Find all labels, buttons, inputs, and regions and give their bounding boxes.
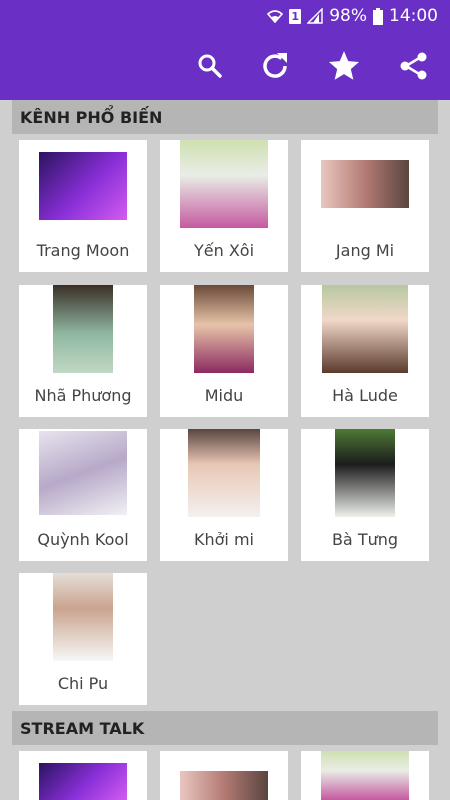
channel-card[interactable]: Hà Lude — [301, 285, 429, 417]
channel-card[interactable]: Chi Pu — [19, 573, 147, 705]
channel-thumbnail — [39, 763, 127, 800]
section-title: STREAM TALK — [20, 718, 145, 738]
channel-name: Yến Xôi — [193, 241, 255, 260]
channel-card[interactable]: Yến Xôi — [160, 140, 288, 272]
star-icon[interactable] — [326, 48, 362, 84]
channel-name: Chi Pu — [57, 674, 109, 693]
status-bar: 1 98% 14:00 — [0, 0, 450, 32]
channel-card[interactable] — [19, 751, 147, 800]
section-header-stream-talk: STREAM TALK — [12, 711, 438, 745]
wifi-icon — [267, 8, 284, 24]
channel-thumbnail — [322, 285, 408, 373]
channel-thumbnail — [321, 160, 409, 208]
channel-name: Khởi mi — [194, 530, 254, 549]
channel-thumbnail — [53, 573, 113, 661]
channel-card[interactable]: Quỳnh Kool — [19, 429, 147, 561]
channel-thumbnail — [180, 771, 268, 800]
share-icon[interactable] — [396, 48, 432, 84]
channel-card[interactable] — [160, 751, 288, 800]
channel-card[interactable]: Jang Mi — [301, 140, 429, 272]
channel-name: Hà Lude — [332, 386, 398, 405]
signal-icon — [306, 7, 323, 24]
channel-name: Trang Moon — [36, 241, 130, 260]
channel-card[interactable]: Midu — [160, 285, 288, 417]
channel-thumbnail — [180, 140, 268, 228]
channel-thumbnail — [39, 152, 127, 220]
channel-card[interactable]: Khởi mi — [160, 429, 288, 561]
channel-name: Nhã Phương — [34, 386, 132, 405]
search-icon[interactable] — [192, 48, 228, 84]
channel-card[interactable]: Nhã Phương — [19, 285, 147, 417]
battery-percent: 98% — [329, 6, 367, 26]
channel-card[interactable]: Trang Moon — [19, 140, 147, 272]
channel-name: Bà Tưng — [331, 530, 399, 549]
channel-name: Quỳnh Kool — [37, 530, 129, 549]
channel-thumbnail — [321, 751, 409, 800]
channel-card[interactable] — [301, 751, 429, 800]
section-header-popular: KÊNH PHỔ BIẾN — [12, 100, 438, 134]
sim-icon: 1 — [289, 8, 302, 24]
channel-thumbnail — [39, 431, 127, 515]
channel-thumbnail — [188, 429, 260, 517]
channel-name: Midu — [204, 386, 244, 405]
channel-thumbnail — [53, 285, 113, 373]
battery-icon — [373, 8, 383, 25]
channel-thumbnail — [335, 429, 395, 517]
status-time: 14:00 — [389, 6, 438, 26]
channel-card[interactable]: Bà Tưng — [301, 429, 429, 561]
channel-thumbnail — [194, 285, 254, 373]
channel-name: Jang Mi — [335, 241, 395, 260]
section-title: KÊNH PHỔ BIẾN — [20, 107, 163, 127]
refresh-icon[interactable] — [257, 48, 293, 84]
app-toolbar — [0, 32, 450, 100]
